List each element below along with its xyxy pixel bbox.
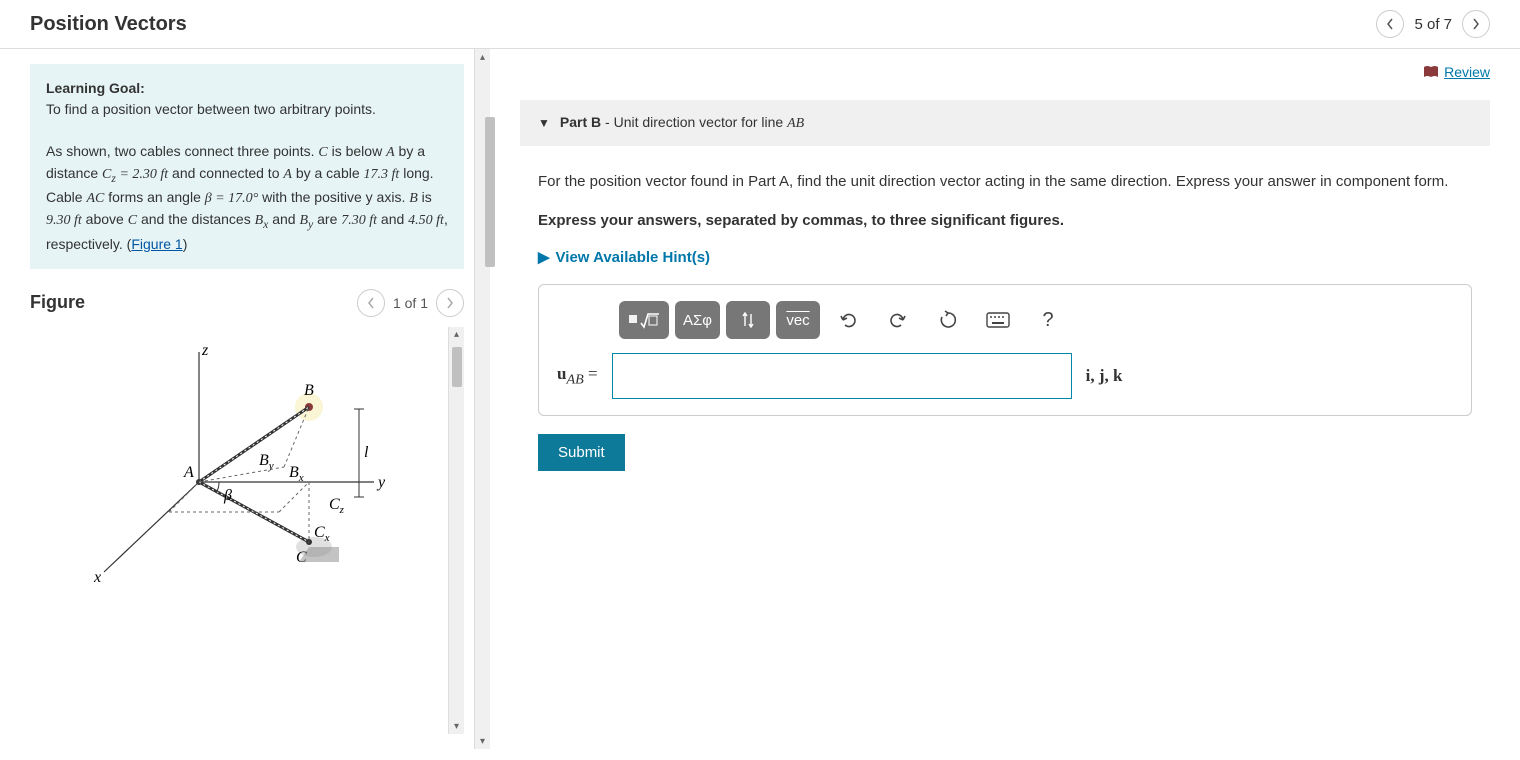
svg-text:z: z xyxy=(201,342,209,359)
goal-body: As shown, two cables connect three point… xyxy=(46,143,448,252)
greek-button[interactable]: ΑΣφ xyxy=(675,301,720,339)
svg-text:Bx: Bx xyxy=(289,464,304,484)
updown-arrow-icon xyxy=(740,310,756,330)
svg-text:l: l xyxy=(364,444,369,461)
book-icon xyxy=(1423,65,1439,79)
express-note: Express your answers, separated by comma… xyxy=(538,210,1472,233)
undo-icon xyxy=(838,311,858,329)
figure-scrollbar[interactable]: ▴ ▾ xyxy=(448,327,464,734)
scroll-down-icon[interactable]: ▾ xyxy=(449,718,465,734)
svg-text:B: B xyxy=(304,382,314,399)
page-header: Position Vectors 5 of 7 xyxy=(0,0,1520,49)
reset-button[interactable] xyxy=(926,301,970,339)
equation-toolbar: ΑΣφ vec xyxy=(619,301,1453,339)
fraction-sqrt-icon xyxy=(627,309,661,331)
right-panel: Review ▼ Part B - Unit direction vector … xyxy=(490,49,1520,749)
templates-button[interactable] xyxy=(619,301,669,339)
diagram-svg: z y x A B xyxy=(84,337,394,597)
hints-toggle[interactable]: ▶ View Available Hint(s) xyxy=(538,248,1472,266)
figure-image: z y x A B xyxy=(30,327,448,607)
submit-button[interactable]: Submit xyxy=(538,434,625,471)
figure-nav: 1 of 1 xyxy=(357,289,464,317)
chevron-right-icon xyxy=(445,296,455,310)
answer-variable: uAB = xyxy=(557,364,598,388)
figure-prev-button[interactable] xyxy=(357,289,385,317)
figure-link[interactable]: Figure 1 xyxy=(131,236,182,252)
undo-button[interactable] xyxy=(826,301,870,339)
keyboard-button[interactable] xyxy=(976,301,1020,339)
main-content: Learning Goal: To find a position vector… xyxy=(0,49,1520,749)
figure-page: 1 of 1 xyxy=(393,295,428,311)
answer-input[interactable] xyxy=(612,353,1072,399)
left-scrollbar[interactable]: ▴ ▾ xyxy=(474,49,490,749)
reset-icon xyxy=(938,310,958,330)
scroll-thumb[interactable] xyxy=(452,347,462,387)
goal-intro: To find a position vector between two ar… xyxy=(46,101,376,117)
answer-box: ΑΣφ vec xyxy=(538,284,1472,416)
svg-text:y: y xyxy=(376,474,386,491)
svg-text:A: A xyxy=(183,464,194,481)
learning-goal-box: Learning Goal: To find a position vector… xyxy=(30,64,464,269)
scroll-thumb[interactable] xyxy=(485,117,495,267)
page-title: Position Vectors xyxy=(30,13,187,36)
redo-button[interactable] xyxy=(876,301,920,339)
svg-text:Cz: Cz xyxy=(329,496,345,516)
review-link[interactable]: Review xyxy=(1423,64,1490,80)
svg-text:β: β xyxy=(223,487,232,504)
goal-heading: Learning Goal: xyxy=(46,80,145,96)
page-indicator: 5 of 7 xyxy=(1414,16,1452,33)
units-label: i, j, k xyxy=(1086,366,1123,386)
part-body: For the position vector found in Part A,… xyxy=(520,171,1490,471)
vector-button[interactable]: vec xyxy=(776,301,820,339)
subscript-button[interactable] xyxy=(726,301,770,339)
part-header[interactable]: ▼ Part B - Unit direction vector for lin… xyxy=(520,100,1490,146)
help-button[interactable]: ? xyxy=(1026,301,1070,339)
figure-heading: Figure xyxy=(30,292,85,313)
triangle-right-icon: ▶ xyxy=(538,248,550,266)
chevron-left-icon xyxy=(366,296,376,310)
scroll-up-icon[interactable]: ▴ xyxy=(475,49,491,65)
scroll-up-icon[interactable]: ▴ xyxy=(449,327,465,343)
instructions: For the position vector found in Part A,… xyxy=(538,171,1472,194)
answer-row: uAB = i, j, k xyxy=(557,353,1453,399)
redo-icon xyxy=(888,311,908,329)
chevron-left-icon xyxy=(1385,17,1395,31)
figure-next-button[interactable] xyxy=(436,289,464,317)
chevron-right-icon xyxy=(1471,17,1481,31)
prev-button[interactable] xyxy=(1376,10,1404,38)
scroll-down-icon[interactable]: ▾ xyxy=(475,733,491,749)
keyboard-icon xyxy=(986,312,1010,328)
next-button[interactable] xyxy=(1462,10,1490,38)
part-title: Part B - Unit direction vector for line … xyxy=(560,114,804,132)
left-panel: Learning Goal: To find a position vector… xyxy=(0,49,490,749)
collapse-icon: ▼ xyxy=(538,116,550,130)
svg-text:By: By xyxy=(259,452,274,472)
figure-header: Figure 1 of 1 xyxy=(30,289,464,317)
header-nav: 5 of 7 xyxy=(1376,10,1490,38)
svg-text:x: x xyxy=(93,569,101,586)
